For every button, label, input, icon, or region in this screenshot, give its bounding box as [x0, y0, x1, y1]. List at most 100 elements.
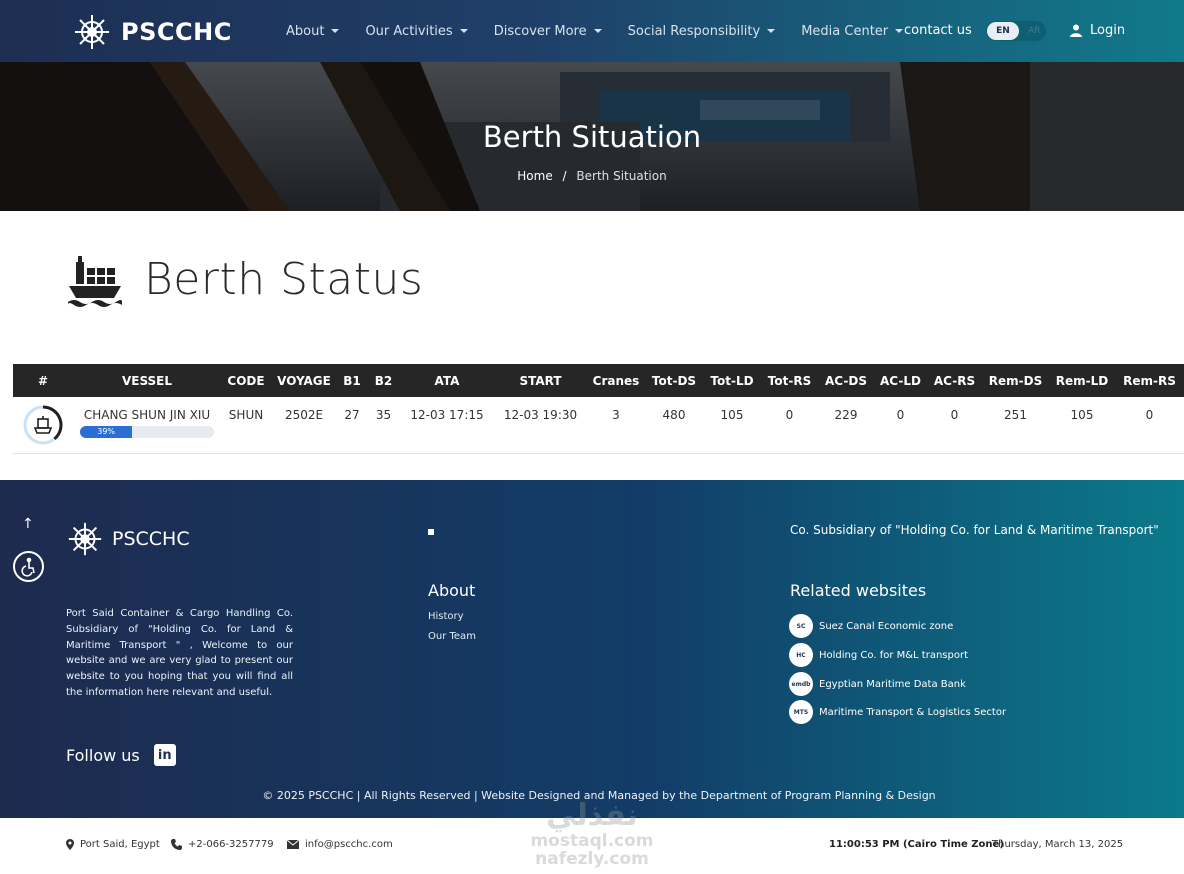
col-ac-ld: AC-LD — [880, 373, 921, 388]
ata-cell: 12-03 17:15 — [410, 408, 484, 422]
related-link-maritime-data-bank[interactable]: emdb Egyptian Maritime Data Bank — [789, 672, 966, 696]
hero-banner: Berth Situation Home / Berth Situation — [0, 62, 1184, 211]
footer-description: Port Said Container & Cargo Handling Co.… — [66, 608, 293, 698]
breadcrumb-home[interactable]: Home — [517, 169, 552, 183]
col-vessel: VESSEL — [121, 373, 173, 388]
page-title: Berth Situation — [482, 120, 702, 154]
vessel-progress-fill: 39% — [80, 426, 133, 438]
chevron-down-icon — [895, 29, 904, 33]
bottom-info-bar: Port Said, Egypt +2-066-3257779 info@psc… — [0, 818, 1184, 874]
accessibility-button[interactable] — [13, 551, 44, 582]
col-rem-ds: Rem-DS — [988, 373, 1043, 388]
ship-icon — [33, 416, 53, 434]
col-ata: ATA — [434, 373, 460, 388]
accessibility-icon — [20, 557, 35, 577]
login-link[interactable]: Login — [1070, 23, 1125, 38]
breadcrumb-current: Berth Situation — [576, 169, 667, 183]
b1-cell: 27 — [344, 408, 360, 422]
chevron-down-icon — [767, 29, 776, 33]
contact-us-link[interactable]: contact us — [904, 23, 972, 38]
col-b2: B2 — [374, 373, 393, 388]
related-link-maritime-transport-sector[interactable]: MTS Maritime Transport & Logistics Secto… — [789, 700, 1006, 724]
col-rem-ld: Rem-LD — [1055, 373, 1109, 388]
menu-item-our-activities[interactable]: Our Activities — [365, 24, 468, 39]
vessel-progress-bar: 39% — [80, 426, 214, 438]
col-cranes: Cranes — [592, 373, 640, 388]
holding-co-logo: HC — [789, 643, 813, 667]
decorative-square — [428, 529, 434, 535]
address: Port Said, Egypt — [66, 839, 160, 850]
col-tot-rs: Tot-RS — [767, 373, 812, 388]
section-title: Berth Status — [144, 254, 424, 305]
start-cell: 12-03 19:30 — [503, 408, 578, 422]
menu-item-social-responsibility[interactable]: Social Responsibility — [628, 24, 776, 39]
brand-name: PSCCHC — [121, 18, 232, 46]
footer-brand-logo[interactable]: PSCCHC — [66, 520, 190, 558]
brand-logo[interactable]: PSCCHC — [72, 13, 232, 51]
table-header-row: # VESSEL CODE VOYAGE B1 B2 ATA START Cra… — [13, 364, 1184, 397]
tot-ld-cell: 105 — [720, 408, 744, 422]
tot-rs-cell: 0 — [785, 408, 794, 422]
menu-item-about[interactable]: About — [286, 24, 340, 39]
suez-canal-logo: SC — [789, 614, 813, 638]
vessel-name: CHANG SHUN JIN XIU — [83, 408, 211, 422]
col-start: START — [519, 373, 562, 388]
emdb-logo: emdb — [789, 672, 813, 696]
b2-cell: 35 — [375, 408, 392, 422]
footer-brand-name: PSCCHC — [112, 528, 190, 550]
current-time: 11:00:53 PM (Cairo Time Zone) — [829, 839, 1004, 850]
lang-ar-option[interactable]: AR — [1028, 26, 1040, 36]
col-index: # — [37, 373, 49, 388]
breadcrumb: Home / Berth Situation — [0, 169, 1184, 183]
container-ship-icon — [68, 256, 122, 307]
col-voyage: VOYAGE — [277, 373, 331, 388]
menu-item-media-center[interactable]: Media Center — [801, 24, 904, 39]
user-icon — [1070, 24, 1082, 37]
linkedin-icon[interactable]: in — [153, 744, 176, 766]
col-code: CODE — [227, 373, 265, 388]
tot-ds-cell: 480 — [662, 408, 686, 422]
col-tot-ld: Tot-LD — [710, 373, 754, 388]
arrow-up-icon[interactable]: ↑ — [22, 516, 34, 532]
ac-ds-cell: 229 — [834, 408, 858, 422]
site-footer: ↑ PSCCHC Port Said Container & Cargo Han… — [0, 480, 1184, 818]
footer-about-heading: About — [428, 581, 476, 600]
code-cell: SHUN — [228, 408, 264, 422]
follow-us-label: Follow us — [66, 745, 140, 765]
main-menu: About Our Activities Discover More Socia… — [286, 0, 929, 62]
col-ac-ds: AC-DS — [825, 373, 867, 388]
email[interactable]: info@pscchc.com — [287, 839, 393, 850]
follow-us: Follow us in — [66, 744, 176, 766]
berth-status-table: # VESSEL CODE VOYAGE B1 B2 ATA START Cra… — [13, 364, 1184, 454]
chevron-down-icon — [459, 29, 468, 33]
rem-ld-cell: 105 — [1070, 408, 1094, 422]
vessel-cell: CHANG SHUN JIN XIU 39% — [73, 397, 221, 453]
col-b1: B1 — [343, 373, 361, 388]
col-tot-ds: Tot-DS — [651, 373, 697, 388]
menu-item-discover-more[interactable]: Discover More — [494, 24, 602, 39]
footer-link-history[interactable]: History — [428, 611, 464, 622]
copyright-text: © 2025 PSCCHC | All Rights Reserved | We… — [262, 789, 936, 802]
vessel-progress-ring — [23, 405, 63, 445]
lang-en-option[interactable]: EN — [987, 22, 1019, 40]
language-toggle[interactable]: EN AR — [986, 21, 1046, 41]
cranes-cell: 3 — [612, 408, 620, 422]
related-link-holding-co[interactable]: HC Holding Co. for M&L transport — [789, 643, 968, 667]
related-websites-heading: Related websites — [790, 581, 927, 600]
ship-wheel-icon — [68, 522, 102, 556]
ship-wheel-icon — [75, 15, 109, 49]
vessel-status-cell — [13, 397, 73, 453]
map-pin-icon — [66, 839, 74, 850]
col-rem-rs: Rem-RS — [1123, 373, 1176, 388]
ac-ld-cell: 0 — [896, 408, 905, 422]
voyage-cell: 2502E — [284, 408, 324, 422]
footer-link-our-team[interactable]: Our Team — [428, 631, 476, 642]
chevron-down-icon — [593, 29, 602, 33]
top-navbar: PSCCHC About Our Activities Discover Mor… — [0, 0, 1184, 62]
related-link-suez-canal[interactable]: SC Suez Canal Economic zone — [789, 614, 953, 638]
subsidiary-note: Co. Subsidiary of "Holding Co. for Land … — [790, 523, 1159, 537]
table-row[interactable]: CHANG SHUN JIN XIU 39% SHUN 2502E 27 35 … — [13, 397, 1184, 453]
breadcrumb-separator: / — [562, 169, 567, 183]
phone[interactable]: +2-066-3257779 — [171, 839, 274, 850]
col-ac-rs: AC-RS — [933, 373, 976, 388]
